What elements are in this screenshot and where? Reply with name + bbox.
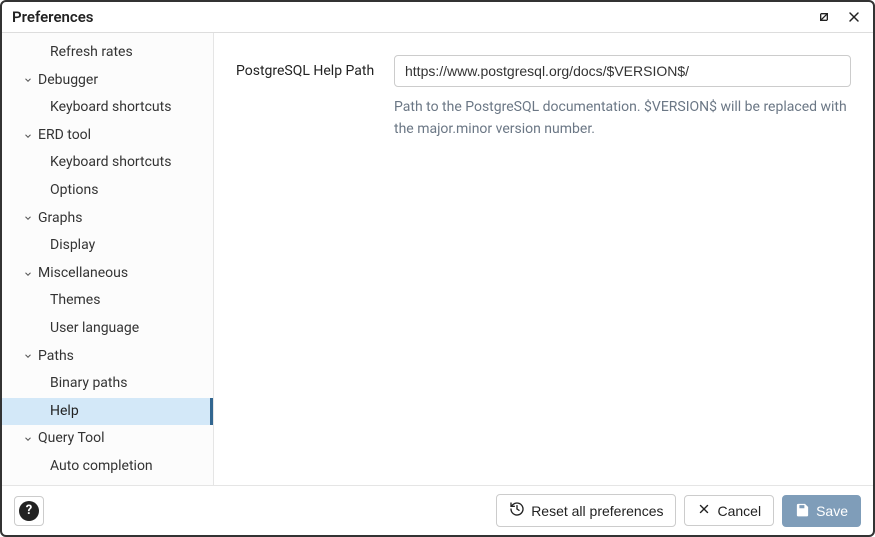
field-help-text: Path to the PostgreSQL documentation. $V… bbox=[394, 97, 851, 140]
sidebar-item-label: Keyboard shortcuts bbox=[50, 98, 171, 118]
sidebar-item-label: Options bbox=[50, 181, 98, 201]
pg-help-path-input[interactable] bbox=[394, 55, 851, 87]
chevron-down-icon bbox=[22, 268, 34, 280]
close-icon bbox=[697, 502, 711, 519]
main-panel: PostgreSQL Help Path Path to the Postgre… bbox=[214, 33, 873, 485]
sidebar-item-label: Binary paths bbox=[50, 374, 127, 394]
sidebar-item-label: Help bbox=[50, 402, 79, 422]
sidebar-item-label: Refresh rates bbox=[50, 43, 133, 63]
sidebar-item-refresh-rates[interactable]: Refresh rates bbox=[2, 39, 213, 67]
sidebar-item-label: Keyboard shortcuts bbox=[50, 153, 171, 173]
dialog-title: Preferences bbox=[12, 8, 94, 26]
sidebar-item-label: User language bbox=[50, 319, 139, 339]
sidebar-item-erd-keyboard-shortcuts[interactable]: Keyboard shortcuts bbox=[2, 149, 213, 177]
maximize-icon[interactable] bbox=[815, 8, 833, 26]
sidebar-item-help[interactable]: Help bbox=[2, 398, 213, 426]
sidebar-group-query-tool[interactable]: Query Tool bbox=[2, 425, 213, 453]
sidebar-group-debugger[interactable]: Debugger bbox=[2, 67, 213, 95]
chevron-down-icon bbox=[22, 350, 34, 362]
sidebar-item-erd-options[interactable]: Options bbox=[2, 177, 213, 205]
sidebar-group-miscellaneous[interactable]: Miscellaneous bbox=[2, 260, 213, 288]
field-label-pg-help-path: PostgreSQL Help Path bbox=[236, 55, 376, 82]
close-icon[interactable] bbox=[845, 8, 863, 26]
help-button[interactable]: ? bbox=[14, 496, 44, 526]
sidebar-group-paths[interactable]: Paths bbox=[2, 343, 213, 371]
cancel-button[interactable]: Cancel bbox=[684, 495, 774, 526]
sidebar-item-label: Auto completion bbox=[50, 457, 153, 477]
save-button[interactable]: Save bbox=[782, 495, 861, 527]
chevron-down-icon bbox=[22, 74, 34, 86]
sidebar-item-label: CSV/TXT Output bbox=[50, 485, 153, 486]
button-label: Save bbox=[816, 503, 848, 519]
sidebar-group-label: Debugger bbox=[38, 71, 98, 91]
chevron-down-icon bbox=[22, 433, 34, 445]
chevron-down-icon bbox=[22, 130, 34, 142]
sidebar-item-graphs-display[interactable]: Display bbox=[2, 232, 213, 260]
titlebar-buttons bbox=[815, 8, 863, 26]
help-icon: ? bbox=[19, 501, 39, 521]
sidebar-item-user-language[interactable]: User language bbox=[2, 315, 213, 343]
titlebar: Preferences bbox=[2, 2, 873, 33]
sidebar-item-auto-completion[interactable]: Auto completion bbox=[2, 453, 213, 481]
sidebar-item-label: Display bbox=[50, 236, 95, 256]
sidebar-item-binary-paths[interactable]: Binary paths bbox=[2, 370, 213, 398]
sidebar-group-label: Query Tool bbox=[38, 429, 105, 449]
sidebar: Refresh rates Debugger Keyboard shortcut… bbox=[2, 33, 214, 485]
sidebar-group-erd-tool[interactable]: ERD tool bbox=[2, 122, 213, 150]
preferences-dialog: Preferences Refresh rates bbox=[0, 0, 875, 537]
sidebar-group-graphs[interactable]: Graphs bbox=[2, 205, 213, 233]
dialog-footer: ? Reset all preferences Cancel Save bbox=[2, 485, 873, 535]
sidebar-group-label: Miscellaneous bbox=[38, 264, 128, 284]
sidebar-group-label: ERD tool bbox=[38, 126, 91, 146]
sidebar-group-label: Graphs bbox=[38, 209, 82, 229]
sidebar-item-debugger-keyboard-shortcuts[interactable]: Keyboard shortcuts bbox=[2, 94, 213, 122]
sidebar-item-csv-txt-output[interactable]: CSV/TXT Output bbox=[2, 481, 213, 486]
sidebar-item-label: Themes bbox=[50, 291, 100, 311]
sidebar-item-themes[interactable]: Themes bbox=[2, 287, 213, 315]
chevron-down-icon bbox=[22, 212, 34, 224]
history-icon bbox=[509, 501, 525, 520]
button-label: Reset all preferences bbox=[531, 503, 663, 519]
sidebar-scroll[interactable]: Refresh rates Debugger Keyboard shortcut… bbox=[2, 33, 213, 485]
save-icon bbox=[795, 502, 810, 520]
reset-all-preferences-button[interactable]: Reset all preferences bbox=[496, 494, 676, 527]
sidebar-group-label: Paths bbox=[38, 347, 74, 367]
button-label: Cancel bbox=[717, 503, 761, 519]
